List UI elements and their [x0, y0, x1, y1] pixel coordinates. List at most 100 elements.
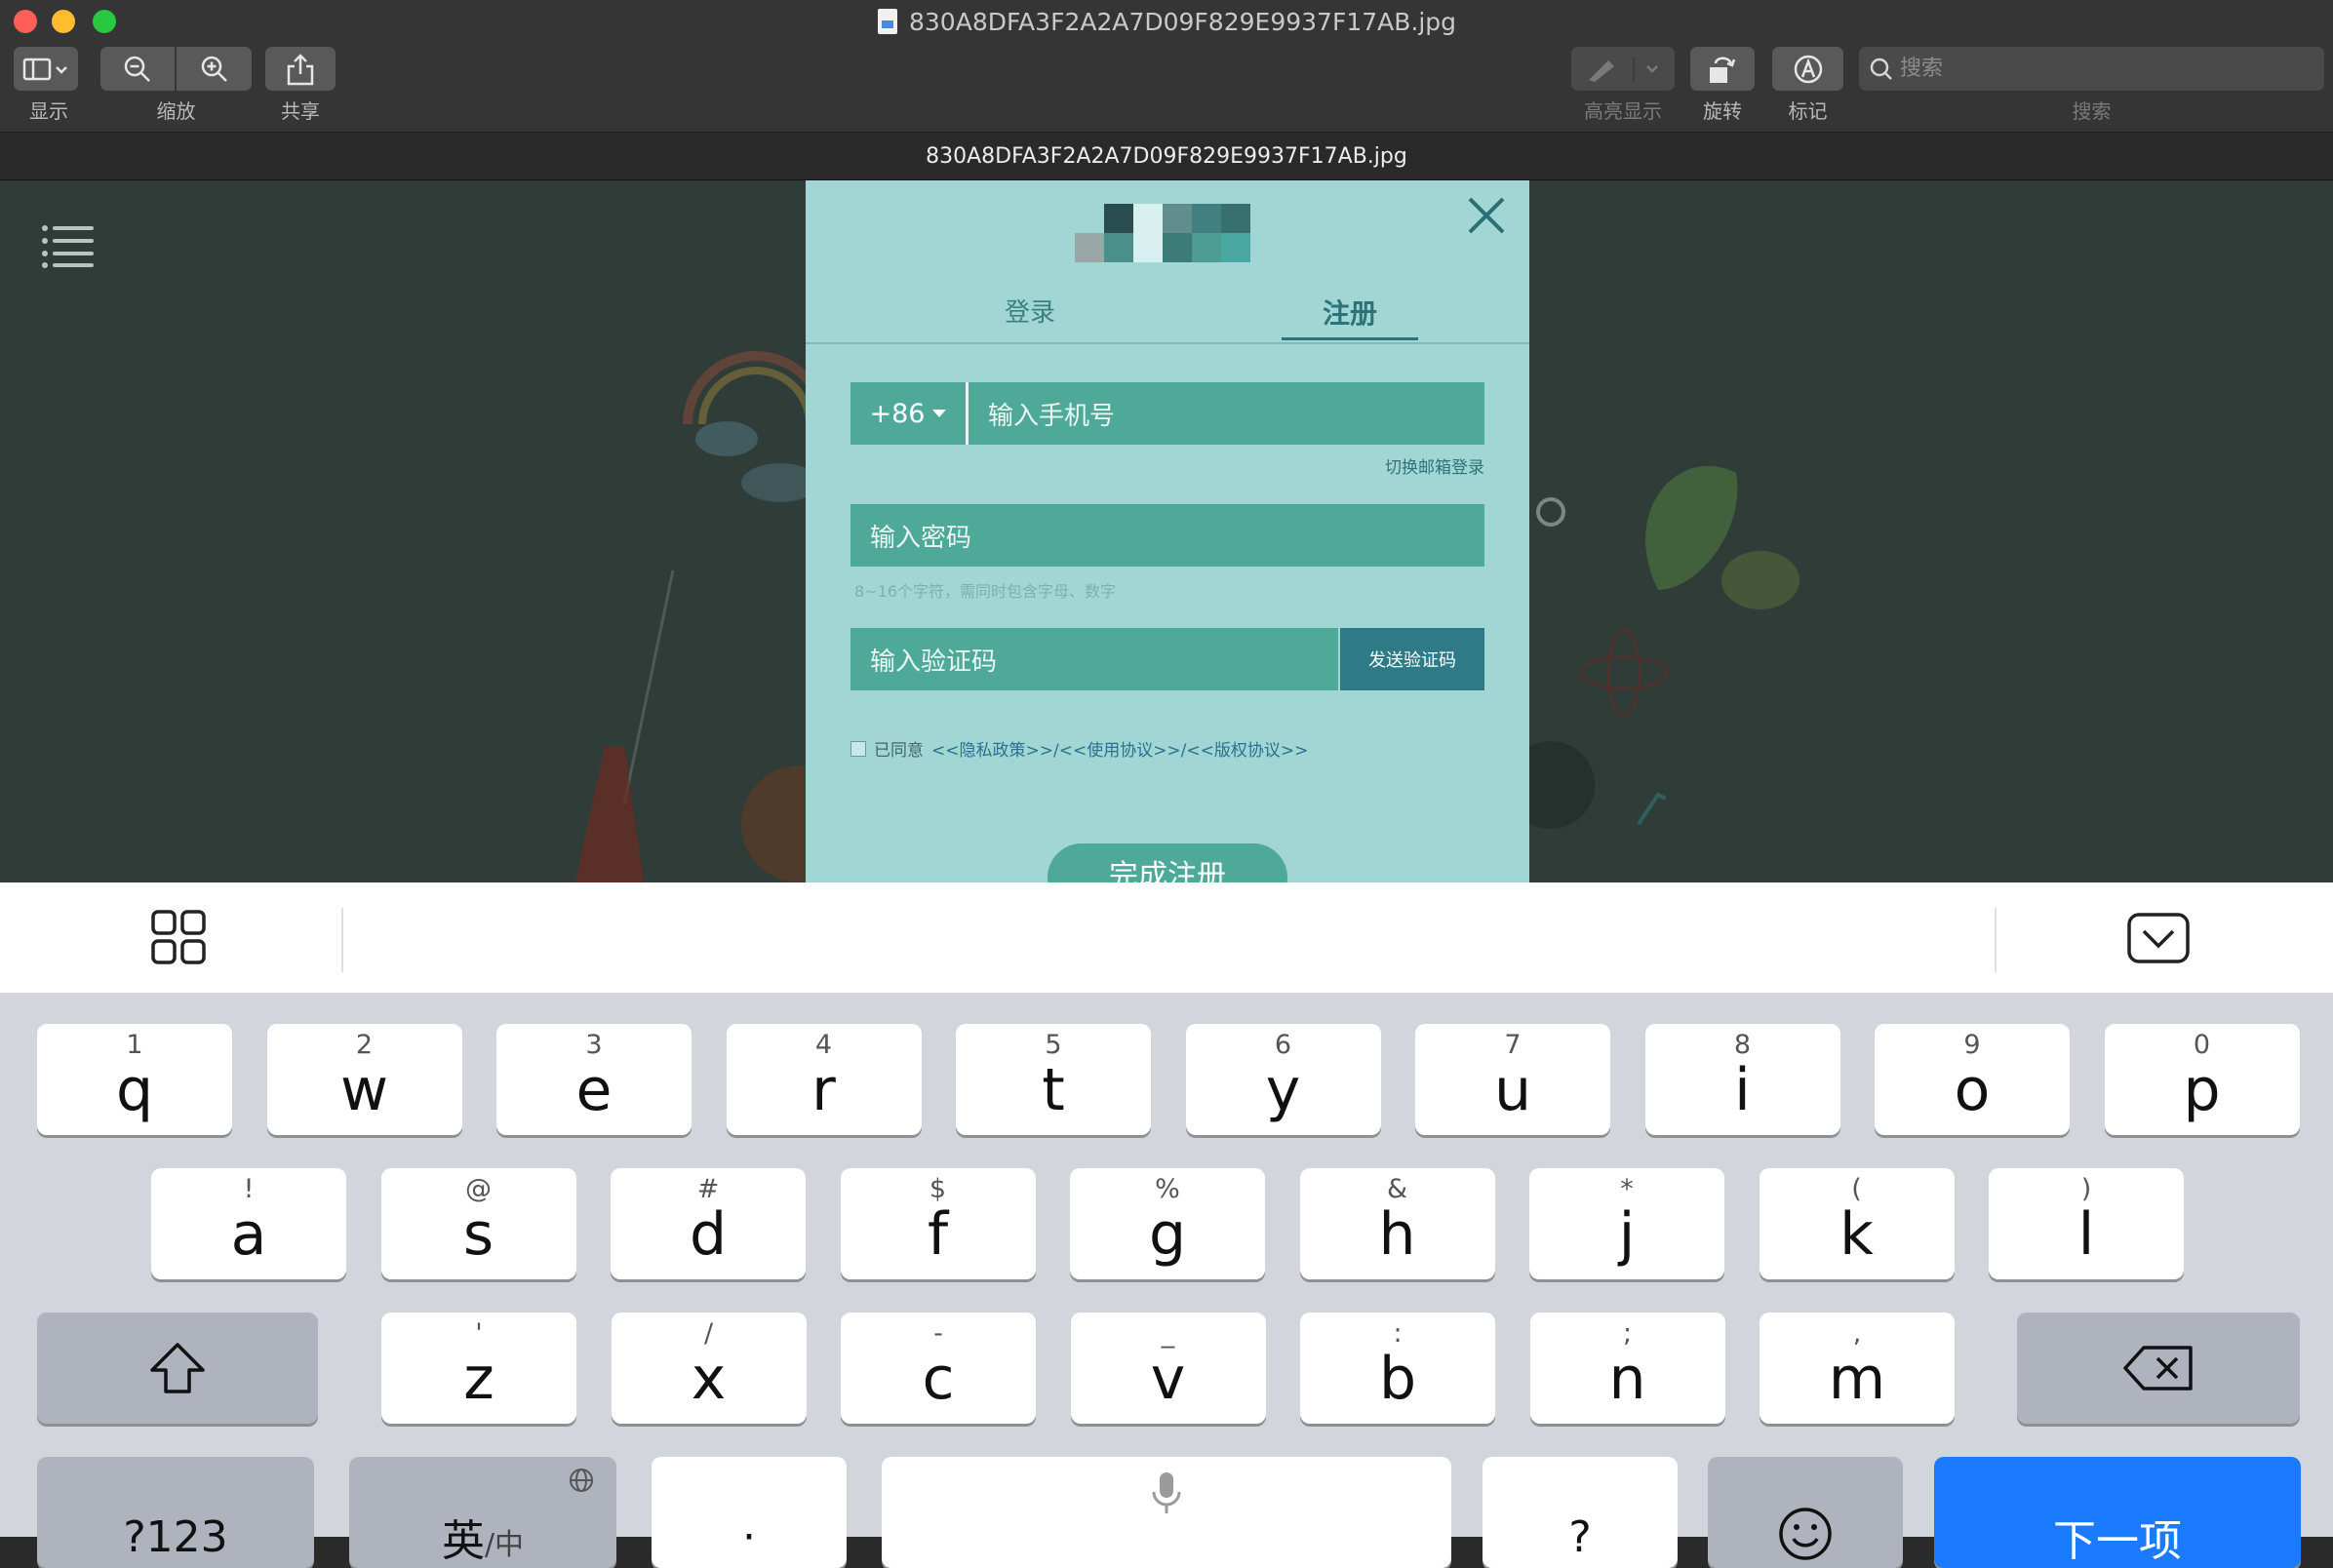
- space-key[interactable]: [882, 1457, 1451, 1568]
- key-label: d: [689, 1200, 728, 1269]
- screenshot-content: 登录 注册 +86 输入手机号 切换邮箱登录 输入密码 8~16个字符，需同时包…: [0, 180, 2333, 882]
- key-label: n: [1608, 1345, 1646, 1413]
- key-c[interactable]: -c: [841, 1313, 1036, 1424]
- key-label: i: [1734, 1056, 1751, 1124]
- share-button[interactable]: [265, 47, 336, 91]
- password-input[interactable]: 输入密码: [850, 518, 971, 554]
- shift-key[interactable]: [37, 1313, 318, 1424]
- key-p[interactable]: 0p: [2104, 1024, 2300, 1135]
- key-h[interactable]: & h: [1299, 1168, 1495, 1279]
- search-label: 搜索: [2072, 99, 2112, 123]
- verification-code-field[interactable]: 输入验证码: [850, 628, 1338, 690]
- key-r[interactable]: 4r: [726, 1024, 922, 1135]
- key-z[interactable]: ' z: [381, 1313, 576, 1424]
- numbers-key[interactable]: ?123: [37, 1457, 314, 1568]
- key-w[interactable]: 2w: [266, 1024, 462, 1135]
- close-icon[interactable]: [1465, 194, 1508, 237]
- highlighter-icon: [1589, 56, 1658, 82]
- active-tab-indicator: [1282, 337, 1418, 340]
- search-field[interactable]: [1859, 47, 2324, 91]
- key-j[interactable]: * j: [1529, 1168, 1724, 1279]
- toolbar-separator: [341, 908, 343, 972]
- key-v[interactable]: _ v: [1070, 1313, 1266, 1424]
- key-label: x: [691, 1345, 727, 1413]
- key-alt-label: 4: [814, 1030, 833, 1060]
- key-alt-label: $: [929, 1174, 947, 1204]
- policy-links[interactable]: <<隐私政策>>/<<使用协议>>/<<版权协议>>: [931, 736, 1308, 761]
- key-a[interactable]: ! a: [151, 1168, 346, 1279]
- sidebar-toggle-button[interactable]: [14, 47, 78, 91]
- key-label: u: [1493, 1056, 1532, 1124]
- markup-label: 标记: [1788, 99, 1828, 123]
- key-i[interactable]: 8i: [1644, 1024, 1840, 1135]
- key-y[interactable]: 6y: [1185, 1024, 1381, 1135]
- phone-field[interactable]: +86 输入手机号: [850, 382, 1484, 445]
- send-code-button[interactable]: 发送验证码: [1340, 628, 1484, 690]
- next-field-key[interactable]: 下一项: [1934, 1457, 2301, 1568]
- backspace-key[interactable]: [2017, 1313, 2300, 1424]
- tab-register[interactable]: 注册: [1282, 293, 1418, 332]
- key-alt-label: /: [703, 1318, 714, 1349]
- key-alt-label: :: [1393, 1318, 1403, 1349]
- finish-register-button[interactable]: 完成注册: [1048, 843, 1287, 882]
- key-f[interactable]: $ f: [840, 1168, 1036, 1279]
- keyboard-toolbar: [0, 882, 2333, 994]
- onscreen-keyboard: 1q2w3e4r5t6y7u8i9o0p ! a @ s # d $ f% g & h * j(k) l …: [0, 994, 2333, 1568]
- document-tab-title: 830A8DFA3F2A2A7D09F829E9937F17AB.jpg: [926, 143, 1407, 169]
- language-switch-key[interactable]: 英 /中: [349, 1457, 616, 1568]
- key-l[interactable]: ) l: [1989, 1168, 2184, 1279]
- key-alt-label: 0: [2193, 1030, 2211, 1060]
- rotate-button[interactable]: [1690, 47, 1755, 91]
- phone-input[interactable]: 输入手机号: [969, 396, 1115, 432]
- key-alt-label: 6: [1274, 1030, 1292, 1060]
- numbers-key-label: ?123: [123, 1511, 228, 1562]
- agree-checkbox[interactable]: [850, 740, 866, 757]
- key-d[interactable]: # d: [611, 1168, 806, 1279]
- document-tab[interactable]: 830A8DFA3F2A2A7D09F829E9937F17AB.jpg: [0, 133, 2333, 180]
- microphone-icon: [1152, 1472, 1181, 1513]
- globe-icon: [570, 1469, 593, 1492]
- zoom-in-button[interactable]: [177, 47, 252, 91]
- key-u[interactable]: 7u: [1415, 1024, 1610, 1135]
- share-icon: [287, 53, 314, 85]
- key-label: y: [1265, 1056, 1301, 1124]
- finish-register-label: 完成注册: [1109, 859, 1226, 882]
- password-hint: 8~16个字符，需同时包含字母、数字: [854, 582, 1116, 601]
- verification-code-input[interactable]: 输入验证码: [850, 642, 997, 678]
- switch-email-login-link[interactable]: 切换邮箱登录: [1332, 453, 1484, 478]
- grid-apps-icon[interactable]: [151, 910, 206, 964]
- password-field[interactable]: 输入密码: [850, 504, 1484, 567]
- key-e[interactable]: 3e: [496, 1024, 692, 1135]
- key-o[interactable]: 9o: [1875, 1024, 2070, 1135]
- key-b[interactable]: :b: [1300, 1313, 1495, 1424]
- hide-keyboard-icon[interactable]: [2126, 912, 2191, 964]
- markup-button[interactable]: [1772, 47, 1843, 91]
- emoji-key[interactable]: [1708, 1457, 1903, 1568]
- window-minimize-button[interactable]: [52, 10, 75, 33]
- period-key[interactable]: ·: [652, 1457, 847, 1568]
- highlight-button[interactable]: [1571, 47, 1675, 91]
- zoom-out-button[interactable]: [100, 47, 175, 91]
- key-x[interactable]: / x: [611, 1313, 807, 1424]
- window-close-button[interactable]: [14, 10, 37, 33]
- search-input[interactable]: [1898, 56, 2292, 82]
- window-title: 830A8DFA3F2A2A7D09F829E9937F17AB.jpg: [878, 6, 1463, 37]
- key-g[interactable]: % g: [1070, 1168, 1265, 1279]
- question-key-label: ?: [1568, 1511, 1592, 1562]
- key-alt-label: 2: [355, 1030, 374, 1060]
- document-icon: [878, 9, 897, 34]
- key-s[interactable]: @ s: [380, 1168, 576, 1279]
- key-k[interactable]: (k: [1759, 1168, 1955, 1279]
- zoom-label: 缩放: [156, 99, 196, 123]
- question-key[interactable]: ?: [1483, 1457, 1678, 1568]
- key-label: o: [1954, 1056, 1991, 1124]
- key-m[interactable]: ,m: [1760, 1313, 1955, 1424]
- key-t[interactable]: 5t: [956, 1024, 1151, 1135]
- country-code-select[interactable]: +86: [850, 382, 969, 445]
- key-alt-label: 5: [1045, 1030, 1062, 1060]
- key-n[interactable]: ; n: [1529, 1313, 1725, 1424]
- window-zoom-button[interactable]: [93, 10, 116, 33]
- window-title-text: 830A8DFA3F2A2A7D09F829E9937F17AB.jpg: [909, 7, 1457, 36]
- tab-login[interactable]: 登录: [962, 293, 1098, 329]
- key-q[interactable]: 1q: [37, 1024, 232, 1135]
